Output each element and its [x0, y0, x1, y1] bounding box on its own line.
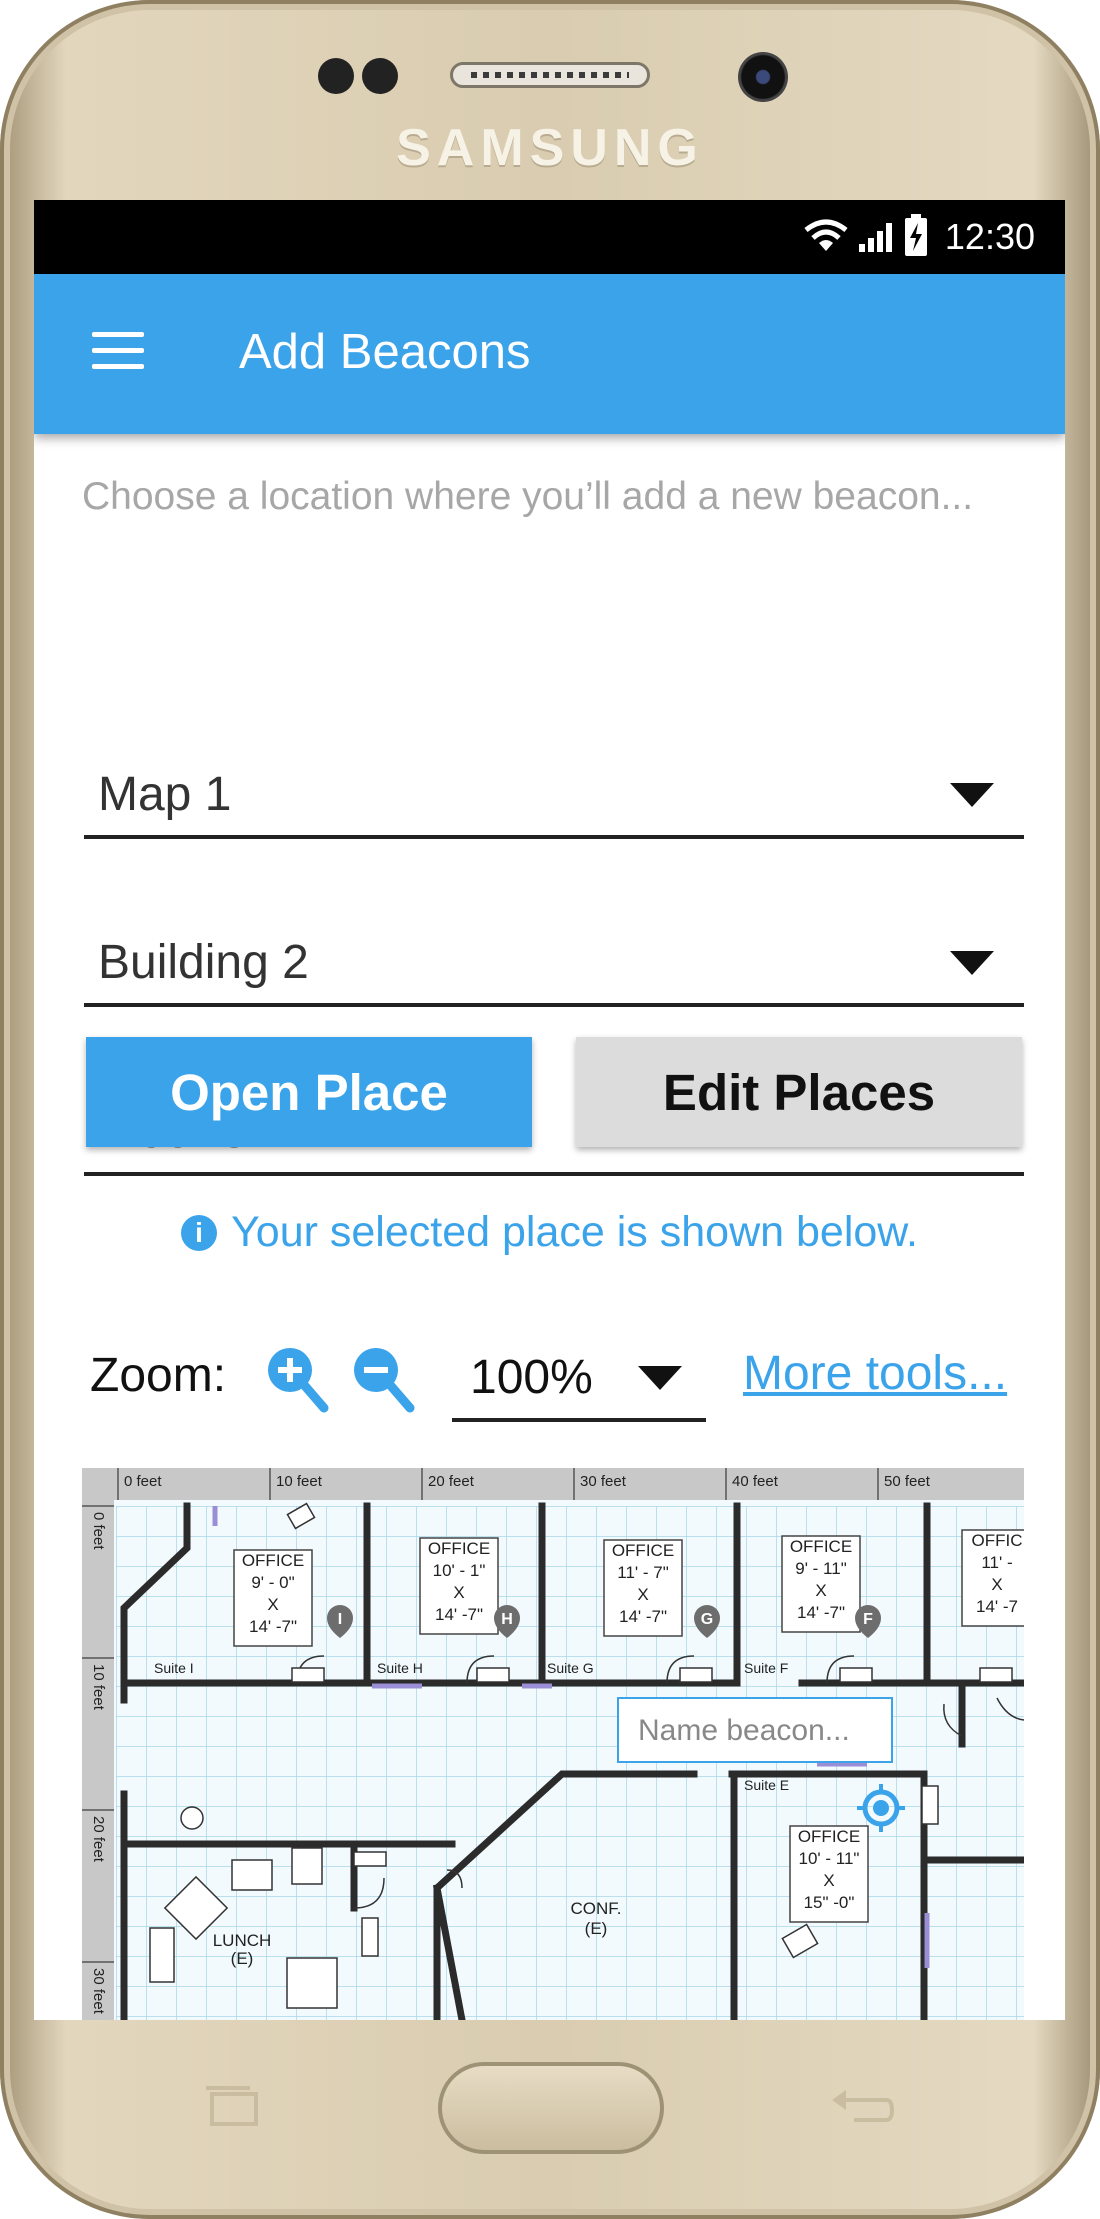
room-office-2-depth: 14' -7": [435, 1605, 483, 1624]
location-prompt: Choose a location where you’ll add a new…: [82, 475, 974, 518]
zoom-in-icon[interactable]: [262, 1340, 332, 1420]
suite-label: Suite I: [154, 1660, 194, 1676]
map-select[interactable]: Map 1: [84, 747, 1024, 839]
ruler-x-10: 10 feet: [276, 1473, 323, 1490]
dropdown-arrow-icon: [950, 951, 994, 975]
room-office-4-depth: 14' -7": [797, 1603, 845, 1622]
room-office-4-width: 9' - 11": [795, 1559, 847, 1578]
name-beacon-popup[interactable]: Name beacon...: [617, 1697, 893, 1763]
ruler-x-20: 20 feet: [428, 1473, 475, 1490]
page-title: Add Beacons: [239, 325, 531, 379]
zoom-out-icon[interactable]: [348, 1340, 418, 1420]
room-office-6-width: 10' - 11": [799, 1849, 860, 1868]
room-office-1-x: X: [267, 1595, 278, 1614]
lunch-room-label: LUNCH: [213, 1931, 272, 1950]
proximity-sensor: [318, 58, 354, 94]
signal-icon: [859, 223, 892, 252]
ruler-x-40: 40 feet: [732, 1473, 779, 1490]
zoom-level-value: 100%: [470, 1351, 593, 1404]
suite-label: Suite G: [547, 1660, 594, 1676]
zoom-level-select[interactable]: 100%: [452, 1332, 706, 1422]
conf-room-sub: (E): [585, 1919, 608, 1938]
conf-room-label: CONF.: [571, 1899, 622, 1918]
battery-charging-icon: [905, 214, 927, 256]
room-office-5-width: 11' -: [981, 1553, 1012, 1572]
light-sensor: [362, 58, 398, 94]
wifi-icon: [804, 219, 848, 251]
earpiece-speaker: [450, 62, 650, 88]
ruler-y-0: 0 feet: [90, 1512, 107, 1550]
room-office-6-depth: 15" -0": [804, 1893, 855, 1912]
info-message: i Your selected place is shown below.: [34, 1208, 1065, 1257]
suite-label: Suite E: [744, 1777, 789, 1793]
app-bar: Add Beacons: [34, 274, 1065, 434]
room-office-6-name: OFFICE: [798, 1827, 860, 1846]
room-office-1-depth: 14' -7": [249, 1617, 297, 1636]
beacon-pin-label: I: [338, 1611, 342, 1628]
ruler-x-0: 0 feet: [124, 1473, 162, 1490]
clock: 12:30: [944, 216, 1035, 257]
ruler-x-30: 30 feet: [580, 1473, 627, 1490]
room-office-5-name: OFFIC: [972, 1531, 1023, 1550]
ruler-y-30: 30 feet: [90, 1968, 107, 2015]
recent-apps-icon[interactable]: [198, 2080, 268, 2130]
room-office-4-name: OFFICE: [790, 1537, 852, 1556]
suite-label: Suite H: [377, 1660, 423, 1676]
room-office-5-depth: 14' -7: [976, 1597, 1018, 1616]
ruler-y-10: 10 feet: [90, 1664, 107, 1711]
more-tools-link[interactable]: More tools...: [743, 1346, 1007, 1401]
dropdown-arrow-icon: [950, 783, 994, 807]
status-bar: 12:30: [34, 200, 1065, 274]
home-button[interactable]: [438, 2062, 664, 2154]
back-icon[interactable]: [828, 2080, 898, 2130]
open-place-button[interactable]: Open Place: [86, 1037, 532, 1147]
building-select-value: Building 2: [98, 936, 309, 989]
beacon-pin-label: F: [863, 1611, 873, 1628]
front-camera: [738, 52, 788, 102]
lunch-room-sub: (E): [231, 1949, 254, 1968]
room-office-1-name: OFFICE: [242, 1551, 304, 1570]
room-office-2-x: X: [453, 1583, 464, 1602]
suite-label: Suite F: [744, 1660, 788, 1676]
hamburger-menu-icon[interactable]: [92, 332, 144, 372]
room-office-2-width: 10' - 1": [433, 1561, 486, 1580]
room-office-6-x: X: [823, 1871, 834, 1890]
dropdown-arrow-icon: [638, 1366, 682, 1390]
room-office-3-name: OFFICE: [612, 1541, 674, 1560]
screen: 12:30 Add Beacons Choose a location wher…: [34, 200, 1065, 2020]
room-office-2-name: OFFICE: [428, 1539, 490, 1558]
beacon-pin-label: G: [701, 1611, 713, 1628]
map-select-value: Map 1: [98, 768, 232, 821]
info-text: Your selected place is shown below.: [231, 1208, 918, 1256]
ruler-y-20: 20 feet: [90, 1816, 107, 1863]
room-office-3-x: X: [637, 1585, 648, 1604]
ruler-x-50: 50 feet: [884, 1473, 931, 1490]
room-office-3-depth: 14' -7": [619, 1607, 667, 1626]
info-icon: i: [181, 1215, 218, 1251]
name-beacon-input[interactable]: Name beacon...: [638, 1714, 850, 1747]
edit-places-button[interactable]: Edit Places: [576, 1037, 1022, 1147]
beacon-pin-label: H: [501, 1611, 513, 1628]
building-select[interactable]: Building 2: [84, 915, 1024, 1007]
room-office-4-x: X: [815, 1581, 826, 1600]
room-office-1-width: 9' - 0": [251, 1573, 294, 1592]
room-office-5-x: X: [991, 1575, 1002, 1594]
room-office-3-width: 11' - 7": [617, 1563, 669, 1582]
zoom-label: Zoom:: [90, 1349, 227, 1402]
floor-plan-map[interactable]: 0 feet 10 feet 20 feet 30 feet 40 feet 5…: [82, 1468, 1024, 2020]
brand-logo: SAMSUNG: [396, 119, 704, 177]
